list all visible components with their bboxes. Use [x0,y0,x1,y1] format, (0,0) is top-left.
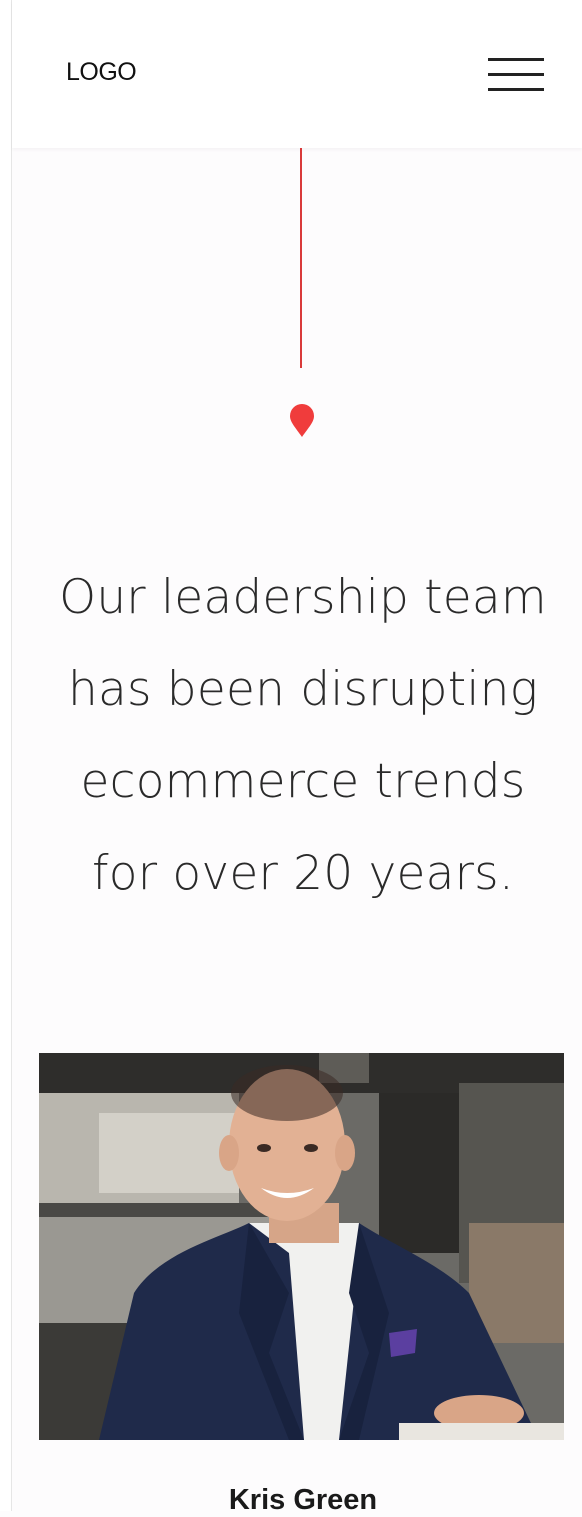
menu-bar [488,88,544,91]
hero-headline: Our leadership team has been disrupting … [12,552,582,920]
page-left-edge [0,0,12,1511]
menu-bar [488,73,544,76]
headline-line: has been disrupting [67,662,538,717]
site-header: LOGO [12,0,582,148]
headline-line: ecommerce trends [80,754,526,809]
map-pin-icon [290,404,314,437]
menu-bar [488,58,544,61]
team-member-name: Kris Green [228,1484,378,1516]
team-member-photo [39,1053,564,1440]
headline-line: Our leadership team [59,570,547,625]
logo[interactable]: LOGO [66,58,137,87]
decorative-red-line [300,148,302,368]
headline-line: for over 20 years. [92,846,514,901]
hamburger-menu-icon[interactable] [488,56,544,94]
